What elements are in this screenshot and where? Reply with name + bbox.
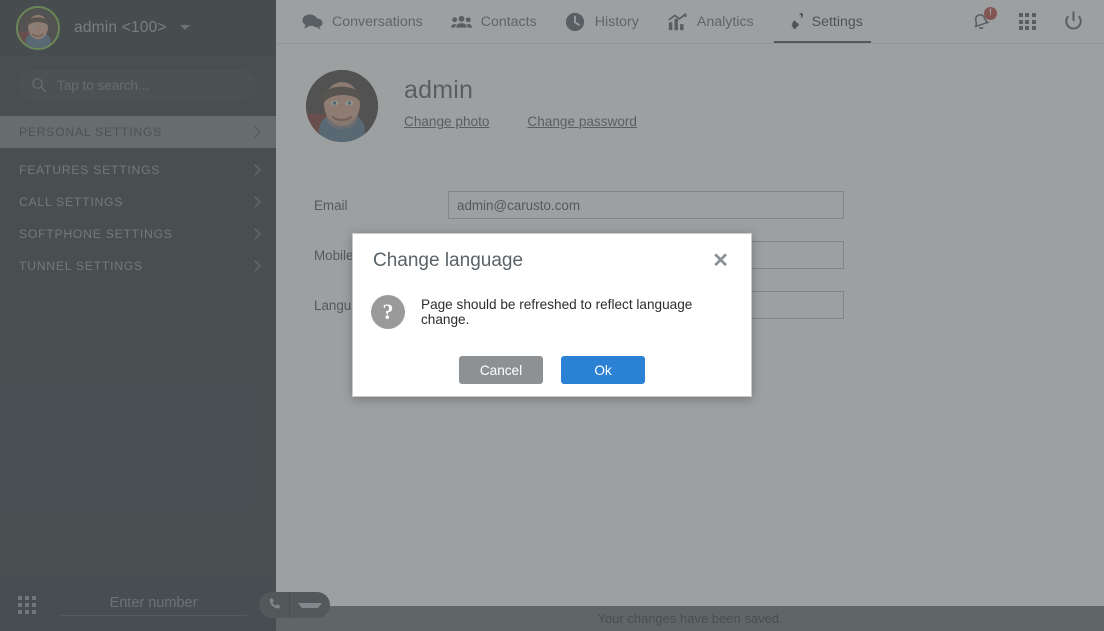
close-icon[interactable]: ✕ xyxy=(710,249,731,273)
app-root: Conversations Contacts xyxy=(0,0,1104,631)
question-mark-icon: ? xyxy=(371,295,405,329)
dialog-body: ? Page should be refreshed to reflect la… xyxy=(353,288,751,336)
dialog-title: Change language xyxy=(373,250,524,271)
ok-button[interactable]: Ok xyxy=(561,356,645,384)
change-language-dialog: Change language ✕ ? Page should be refre… xyxy=(352,233,752,397)
cancel-button[interactable]: Cancel xyxy=(459,356,543,384)
dialog-header: Change language ✕ xyxy=(353,234,751,288)
dialog-footer: Cancel Ok xyxy=(353,336,751,384)
dialog-message: Page should be refreshed to reflect lang… xyxy=(421,297,693,327)
